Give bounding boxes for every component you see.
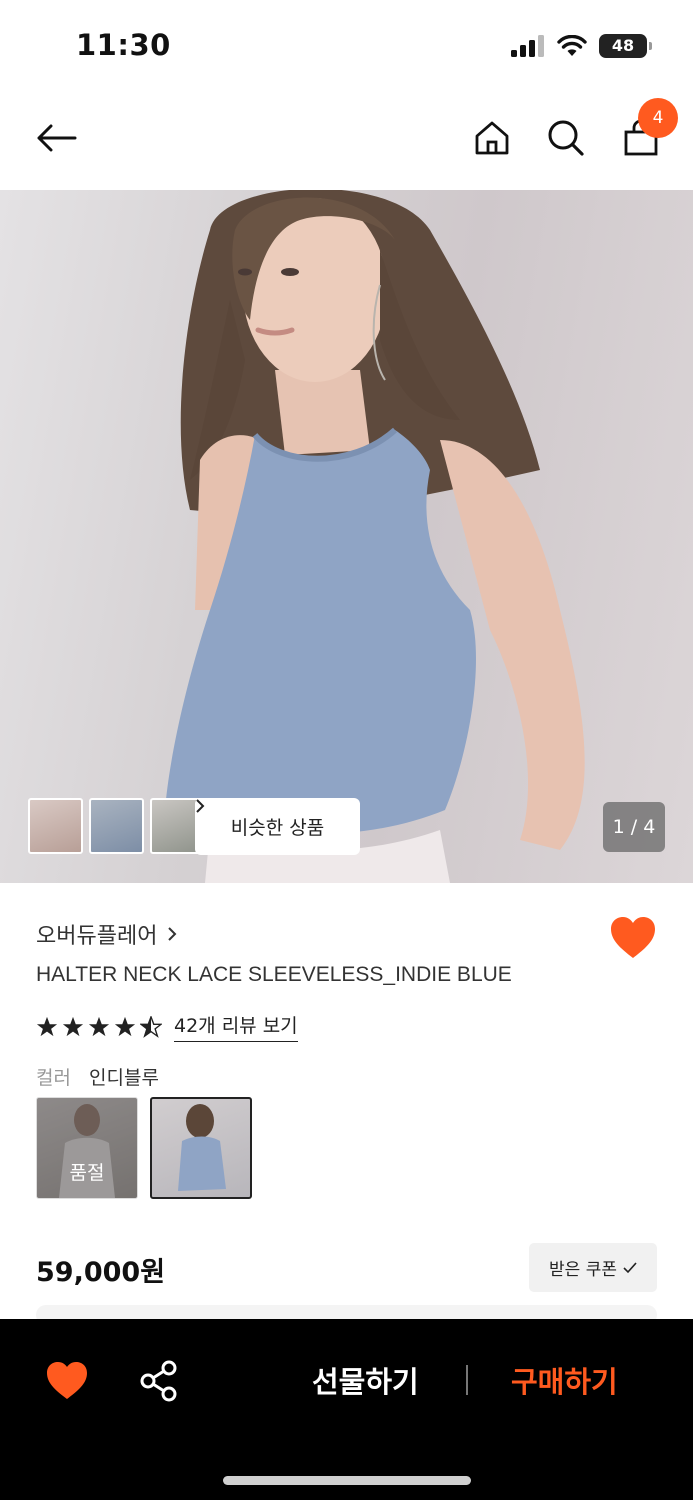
gallery-thumbnail[interactable] [89,798,144,854]
color-swatch-soldout[interactable]: 품절 [36,1097,138,1199]
product-image-gallery[interactable]: 비슷한 상품 1 / 4 [0,190,693,883]
star-icon [114,1016,136,1036]
status-bar: 11:30 48 [0,0,693,90]
product-photo [165,190,585,883]
home-button[interactable] [468,114,516,162]
buy-button[interactable]: 구매하기 [511,1359,618,1401]
star-icon [36,1016,58,1036]
battery-indicator: 48 [599,34,652,58]
brand-name: 오버듀플레어 [36,924,158,949]
status-icons: 48 [511,32,652,60]
home-indicator [223,1476,471,1485]
home-icon [475,121,509,155]
product-price: 59,000원 [36,1257,166,1288]
status-time: 11:30 [76,28,171,62]
wishlist-heart-icon[interactable] [610,916,656,960]
half-star-icon [140,1015,162,1038]
similar-products-label: 비슷한 상품 [230,817,325,839]
color-option-row: 컬러 인디블루 [36,1063,159,1090]
star-icon [62,1016,84,1036]
cellular-signal-icon [511,35,544,57]
color-swatch-selected[interactable] [150,1097,252,1199]
selected-color-value: 인디블루 [89,1067,159,1089]
share-icon[interactable] [138,1359,180,1403]
top-nav-bar: 4 [0,90,693,190]
wifi-icon [557,35,587,56]
wishlist-heart-icon[interactable] [46,1361,88,1401]
similar-products-button[interactable]: 비슷한 상품 [195,798,360,855]
chevron-right-icon [168,927,177,941]
brand-link[interactable]: 오버듀플레어 [36,918,177,950]
search-button[interactable] [542,114,590,162]
arrow-left-icon [37,124,77,152]
swatch-photo [178,1104,226,1191]
divider [466,1365,468,1395]
gift-button[interactable]: 선물하기 [312,1359,419,1401]
bottom-action-bar: 선물하기 구매하기 [0,1319,693,1500]
coupon-button[interactable]: 받은 쿠폰 [529,1243,657,1292]
soldout-label: 품절 [69,1162,105,1184]
star-icon [88,1016,110,1036]
rating-row: 42개 리뷰 보기 [36,1011,298,1042]
back-button[interactable] [32,114,80,162]
product-name: HALTER NECK LACE SLEEVELESS_INDIE BLUE [36,963,512,986]
color-label: 컬러 [36,1067,71,1089]
chevron-right-icon [196,799,205,813]
reviews-link[interactable]: 42개 리뷰 보기 [174,1011,298,1042]
coupon-label: 받은 쿠폰 [549,1260,617,1280]
cart-count-badge: 4 [638,98,678,138]
check-icon [623,1261,637,1273]
image-page-indicator: 1 / 4 [603,802,665,852]
gallery-thumbnail[interactable] [28,798,83,854]
search-icon [548,120,584,156]
